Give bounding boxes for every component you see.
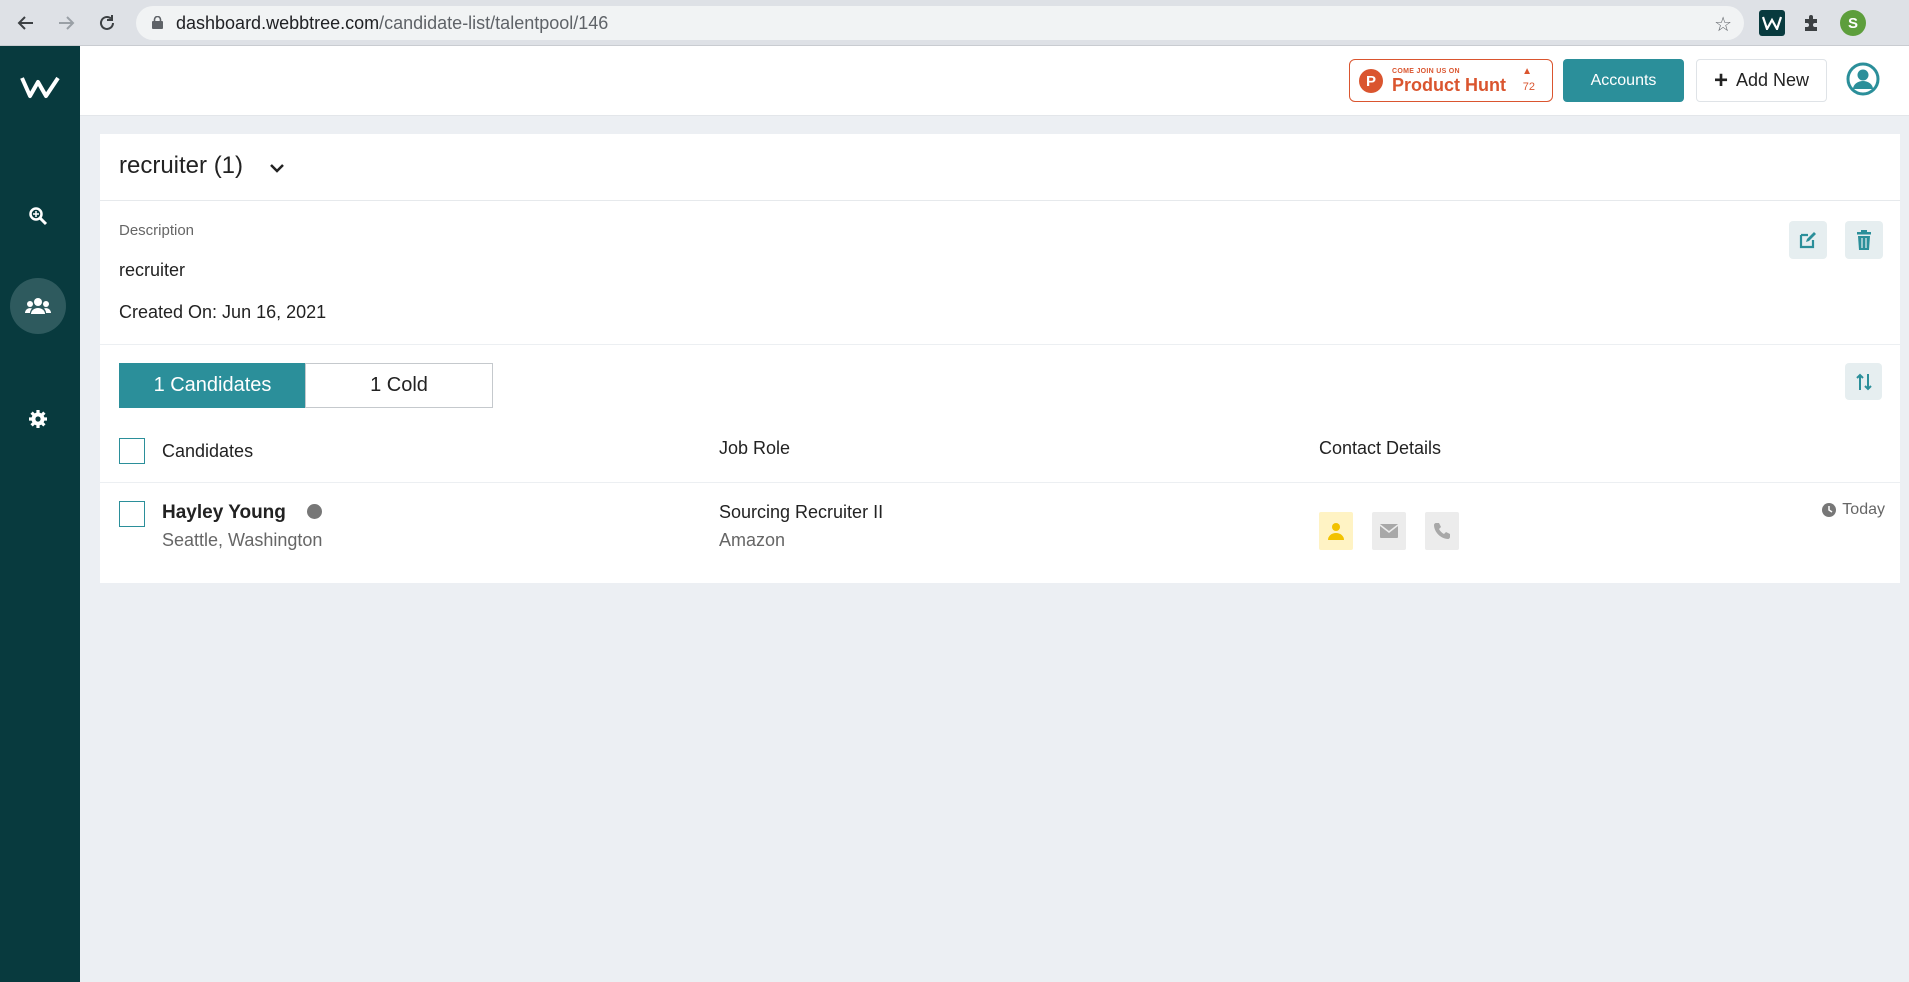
status-dot [307, 504, 322, 519]
sidebar-settings[interactable] [10, 391, 66, 447]
producthunt-name: Product Hunt [1392, 75, 1506, 95]
edit-icon [1799, 232, 1816, 249]
person-icon [1328, 523, 1344, 540]
tab-cold[interactable]: 1 Cold [305, 363, 493, 408]
users-icon [25, 298, 51, 314]
candidate-company: Amazon [719, 530, 786, 550]
lock-icon [152, 16, 163, 29]
extensions-puzzle-icon[interactable] [1799, 10, 1825, 36]
sort-button[interactable] [1845, 363, 1882, 400]
tab-candidates[interactable]: 1 Candidates [119, 363, 306, 408]
reload-icon[interactable] [93, 9, 121, 37]
producthunt-tagline: COME JOIN US ON [1392, 68, 1460, 75]
clock-icon [1822, 503, 1837, 517]
url-path: /candidate-list/talentpool/146 [379, 12, 609, 33]
delete-button[interactable] [1845, 221, 1883, 259]
sidebar-talent-pools[interactable] [10, 278, 66, 334]
contact-phone-button[interactable] [1425, 512, 1459, 550]
top-bar: P COME JOIN US ON Product Hunt ▲ 72 Acco… [80, 46, 1909, 116]
bookmark-star-icon[interactable]: ☆ [1714, 12, 1732, 37]
chevron-down-icon[interactable] [268, 162, 286, 174]
column-job-role: Job Role [719, 438, 791, 458]
webbtree-logo[interactable] [20, 74, 60, 100]
header-divider [100, 482, 1900, 483]
description-label: Description [119, 222, 195, 239]
envelope-icon [1380, 524, 1398, 538]
forward-icon[interactable] [52, 9, 80, 37]
section-divider [100, 344, 1900, 345]
gear-icon [29, 410, 47, 428]
sidebar [0, 46, 80, 982]
back-icon[interactable] [12, 9, 40, 37]
browser-toolbar: dashboard.webbtree.com/candidate-list/ta… [0, 0, 1909, 46]
description-value: recruiter [119, 260, 186, 280]
producthunt-logo-icon: P [1359, 69, 1383, 93]
contact-profile-button[interactable] [1319, 512, 1353, 550]
candidate-name[interactable]: Hayley Young [162, 502, 286, 524]
last-updated-text: Today [1842, 501, 1885, 518]
webbtree-extension-icon[interactable] [1759, 10, 1785, 36]
plus-icon: + [1713, 66, 1728, 94]
phone-icon [1434, 523, 1450, 539]
add-new-button[interactable]: + Add New [1696, 59, 1827, 102]
last-updated: Today [1822, 501, 1885, 519]
user-account-icon[interactable] [1846, 62, 1880, 96]
candidate-location: Seattle, Washington [162, 530, 323, 550]
accounts-button[interactable]: Accounts [1563, 59, 1684, 102]
producthunt-count: 72 [1522, 81, 1535, 93]
row-checkbox[interactable] [119, 501, 145, 527]
candidate-job-title: Sourcing Recruiter II [719, 502, 884, 522]
pool-header: recruiter (1) [100, 134, 1900, 201]
upvote-arrow-icon: ▲ [1522, 66, 1532, 77]
add-new-label: Add New [1735, 70, 1810, 90]
contact-email-button[interactable] [1372, 512, 1406, 550]
producthunt-badge[interactable]: P COME JOIN US ON Product Hunt ▲ 72 [1349, 59, 1553, 102]
column-candidates: Candidates [162, 441, 254, 461]
select-all-checkbox[interactable] [119, 438, 145, 464]
search-icon [29, 207, 48, 226]
profile-avatar[interactable]: S [1840, 10, 1866, 36]
url-host: dashboard.webbtree.com [176, 12, 380, 33]
column-contact-details: Contact Details [1319, 438, 1442, 458]
talent-pool-card: recruiter (1) Description recruiter Crea… [100, 134, 1900, 583]
created-on: Created On: Jun 16, 2021 [119, 302, 327, 322]
trash-icon [1857, 230, 1871, 250]
address-bar[interactable]: dashboard.webbtree.com/candidate-list/ta… [136, 6, 1744, 40]
pool-title: recruiter (1) [119, 152, 244, 179]
sort-icon [1855, 373, 1872, 390]
edit-button[interactable] [1789, 221, 1827, 259]
sidebar-search[interactable] [10, 188, 66, 244]
